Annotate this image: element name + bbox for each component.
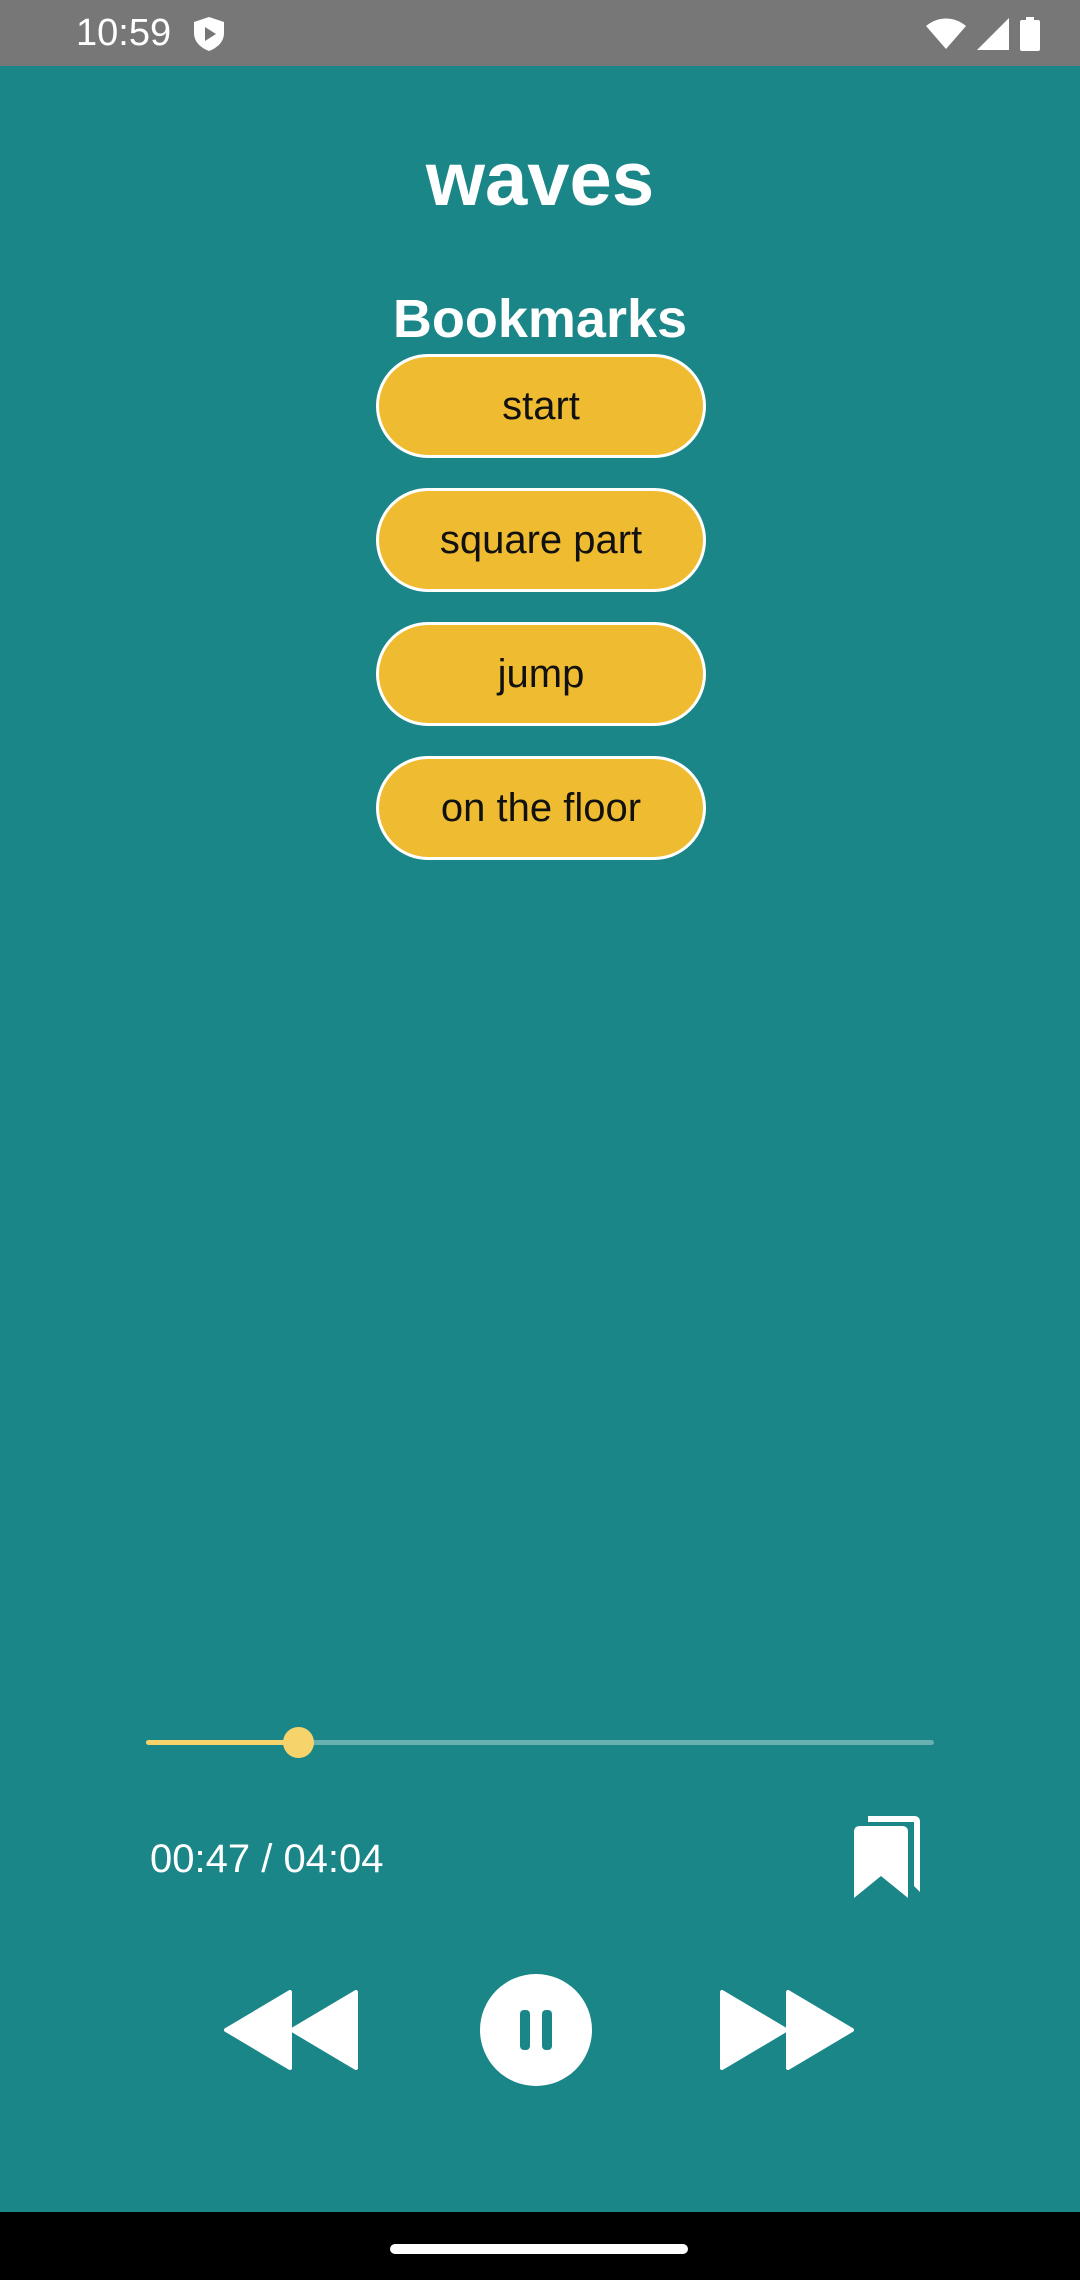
bookmark-list: start square part jump on the floor	[376, 354, 706, 860]
app-title: waves	[425, 137, 655, 222]
time-display: 00:47 / 04:04	[150, 1837, 384, 1881]
bookmark-button-square-part[interactable]: square part	[376, 488, 706, 592]
bookmark-button-on-the-floor[interactable]: on the floor	[376, 756, 706, 860]
cell-signal-icon	[977, 18, 1009, 50]
pause-icon[interactable]	[478, 1972, 594, 2088]
battery-icon	[1020, 17, 1040, 51]
seek-thumb[interactable]	[283, 1727, 315, 1758]
status-bar: 10:59	[0, 0, 1080, 66]
bookmark-button-jump[interactable]: jump	[376, 622, 706, 726]
fast-forward-icon[interactable]	[720, 1990, 854, 2070]
home-handle[interactable]	[390, 2244, 688, 2254]
bookmarks-heading: Bookmarks	[392, 289, 688, 349]
seek-progress	[146, 1740, 299, 1745]
status-icons	[926, 16, 1040, 52]
bookmark-add-icon[interactable]	[850, 1812, 922, 1900]
rewind-icon[interactable]	[224, 1990, 358, 2070]
seek-bar[interactable]	[146, 1716, 934, 1768]
bookmark-button-start[interactable]: start	[376, 354, 706, 458]
wifi-icon	[926, 18, 966, 49]
status-time: 10:59	[76, 12, 172, 54]
navigation-bar	[0, 2212, 1080, 2280]
shield-play-icon	[194, 17, 224, 51]
